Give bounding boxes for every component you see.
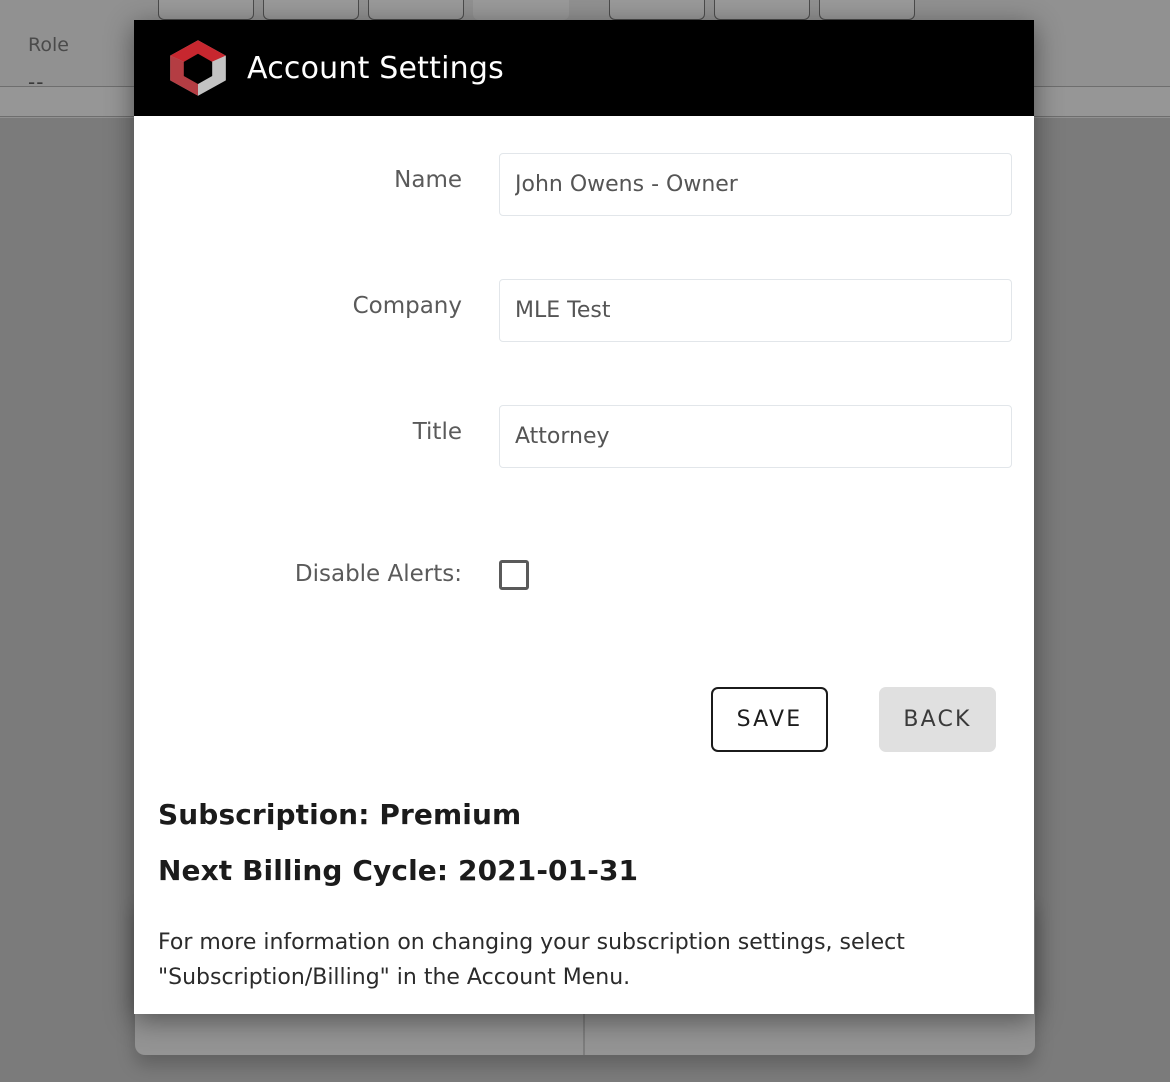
- background-toolbar-right: ALL EDIT ACT: [609, 0, 915, 20]
- form-row-name: Name: [134, 153, 1034, 216]
- dialog-body: Name Company Title Disable Alerts: SAVE …: [134, 153, 1034, 996]
- form-row-title: Title: [134, 405, 1034, 468]
- company-label: Company: [352, 293, 462, 319]
- save-button[interactable]: SAVE: [711, 687, 828, 752]
- disable-alerts-checkbox[interactable]: [499, 560, 529, 590]
- hexagon-ring-logo-icon: [170, 40, 226, 96]
- title-input[interactable]: [499, 405, 1012, 468]
- subscription-section: Subscription: Premium Next Billing Cycle…: [134, 798, 1034, 996]
- dialog-header: Account Settings: [134, 20, 1034, 116]
- form-row-company: Company: [134, 279, 1034, 342]
- background-toolbar-button[interactable]: ↩: [473, 0, 569, 20]
- background-toolbar-button[interactable]: EDIT: [714, 0, 810, 20]
- background-toolbar-button[interactable]: ALL: [609, 0, 705, 20]
- background-toolbar-button[interactable]: +: [368, 0, 464, 20]
- name-label: Name: [394, 167, 462, 193]
- form-row-disable-alerts: Disable Alerts:: [134, 560, 1034, 590]
- subscription-plan: Subscription: Premium: [158, 798, 522, 831]
- background-toolbar-button[interactable]: ACT: [819, 0, 915, 20]
- company-input[interactable]: [499, 279, 1012, 342]
- dialog-action-bar: SAVE BACK: [134, 687, 1034, 752]
- account-settings-dialog: Account Settings Name Company Title Disa…: [134, 20, 1034, 1014]
- background-toolbar-button[interactable]: TONE: [158, 0, 254, 20]
- background-toolbar-left: TONE + ↩: [158, 0, 569, 20]
- background-field-label: Role: [28, 34, 69, 56]
- background-toolbar-button[interactable]: [263, 0, 359, 20]
- next-billing-cycle: Next Billing Cycle: 2021-01-31: [158, 854, 639, 887]
- back-button[interactable]: BACK: [879, 687, 996, 752]
- title-label: Title: [412, 419, 462, 445]
- disable-alerts-label: Disable Alerts:: [294, 561, 462, 588]
- name-input[interactable]: [499, 153, 1012, 216]
- background-field-role: Role --: [28, 34, 69, 94]
- subscription-note: For more information on changing your su…: [158, 930, 905, 990]
- dialog-title: Account Settings: [247, 50, 504, 86]
